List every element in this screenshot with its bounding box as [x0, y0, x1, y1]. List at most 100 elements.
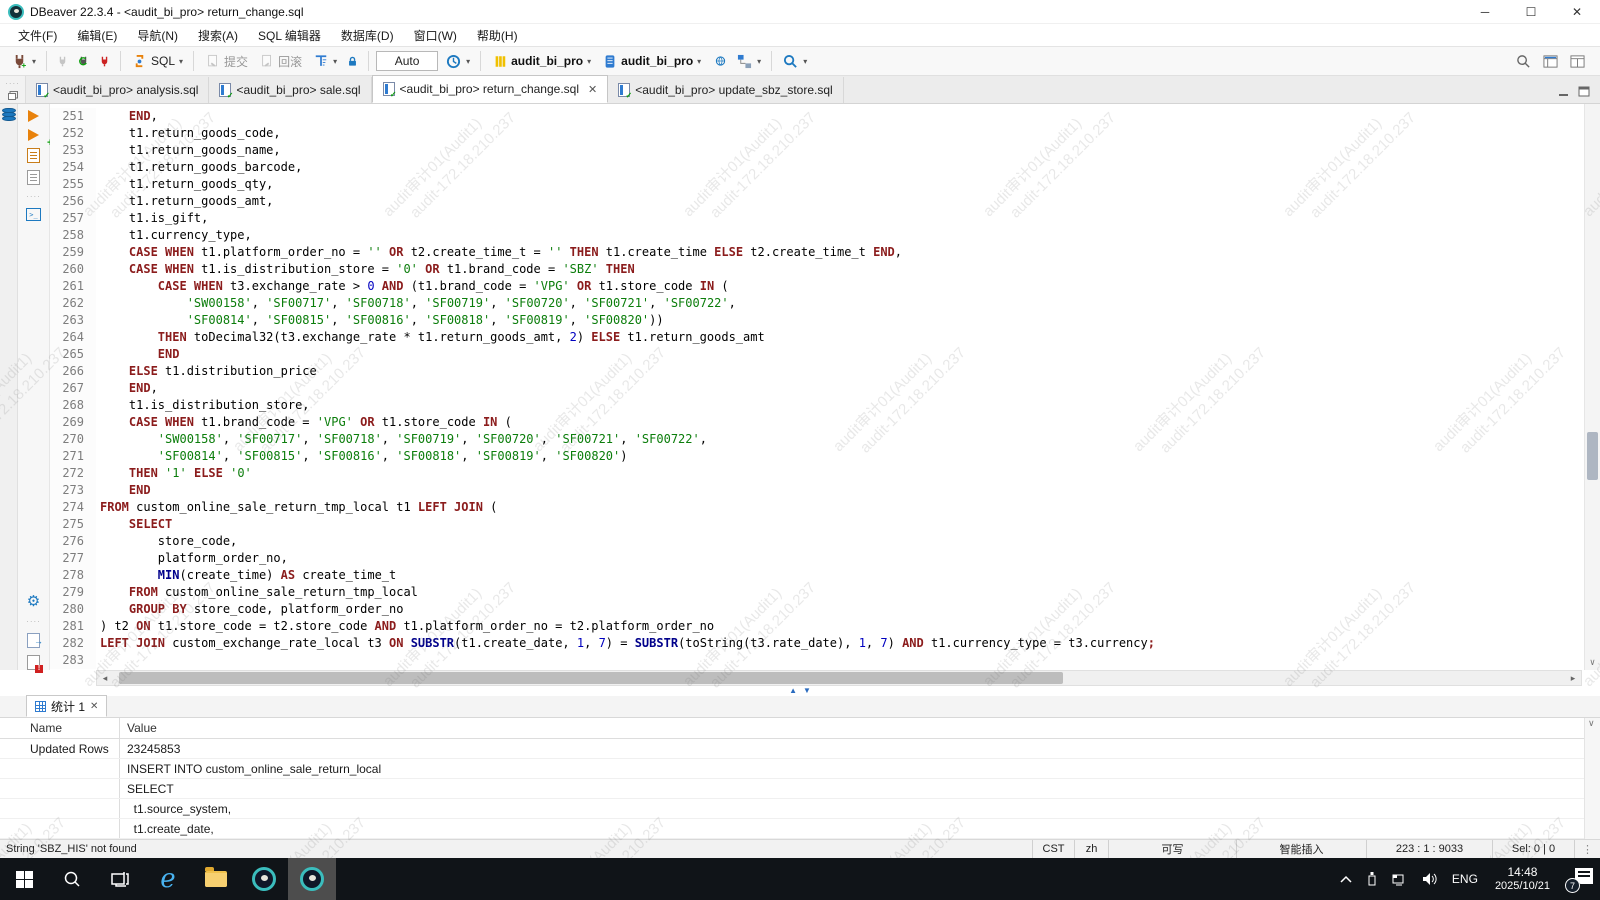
- menu-item-6[interactable]: 窗口(W): [404, 24, 467, 46]
- globe-icon[interactable]: [712, 53, 729, 70]
- open-perspective-icon[interactable]: [1542, 53, 1559, 70]
- taskbar-clock[interactable]: 14:48 2025/10/21: [1485, 865, 1560, 893]
- console-icon[interactable]: >_: [26, 208, 41, 221]
- code-line[interactable]: 258 t1.currency_type,: [50, 227, 1584, 244]
- column-header-value[interactable]: Value: [120, 718, 1584, 738]
- lock-icon[interactable]: [344, 53, 361, 70]
- status-caret-position[interactable]: 223 : 1 : 9033: [1366, 840, 1492, 858]
- export-data-icon[interactable]: [27, 633, 40, 648]
- editor-tab-3[interactable]: <audit_bi_pro> update_sbz_store.sql: [608, 77, 843, 103]
- execute-statement-icon[interactable]: [28, 110, 39, 122]
- code-line[interactable]: 263 'SF00814', 'SF00815', 'SF00816', 'SF…: [50, 312, 1584, 329]
- maximize-button[interactable]: ☐: [1508, 0, 1554, 23]
- status-timezone[interactable]: CST: [1032, 840, 1074, 858]
- task-view-button[interactable]: [96, 858, 144, 900]
- menu-item-3[interactable]: 搜索(A): [188, 24, 248, 46]
- sql-code-editor[interactable]: 251 END,252 t1.return_goods_code,253 t1.…: [50, 104, 1600, 670]
- network-tray-icon[interactable]: [1385, 858, 1415, 900]
- execute-script-icon[interactable]: [27, 148, 40, 163]
- status-insert-mode[interactable]: 智能插入: [1236, 840, 1366, 858]
- menu-item-0[interactable]: 文件(F): [8, 24, 67, 46]
- close-icon[interactable]: ✕: [90, 701, 98, 712]
- minimize-view-icon[interactable]: [1558, 86, 1570, 97]
- panel-splitter[interactable]: ▲ ▼: [0, 686, 1600, 696]
- start-button[interactable]: [0, 858, 48, 900]
- maximize-view-icon[interactable]: [1578, 86, 1590, 97]
- code-line[interactable]: 267 END,: [50, 380, 1584, 397]
- autocommit-select[interactable]: Auto: [376, 51, 438, 71]
- editor-tab-2[interactable]: <audit_bi_pro> return_change.sql✕: [372, 75, 609, 103]
- column-header-name[interactable]: Name: [0, 718, 120, 738]
- code-line[interactable]: 272 THEN '1' ELSE '0': [50, 465, 1584, 482]
- execute-new-tab-icon[interactable]: [28, 129, 39, 141]
- horizontal-scrollbar[interactable]: ◂ ▸: [96, 670, 1582, 686]
- code-line[interactable]: 264 THEN toDecimal32(t3.exchange_rate * …: [50, 329, 1584, 346]
- volume-tray-icon[interactable]: [1415, 858, 1445, 900]
- dbeaver-taskbar-button-1[interactable]: [240, 858, 288, 900]
- problems-doc-icon[interactable]: [27, 655, 40, 670]
- code-line[interactable]: 280 GROUP BY store_code, platform_order_…: [50, 601, 1584, 618]
- horizontal-scrollbar-thumb[interactable]: [119, 672, 1063, 684]
- plug-invalidate-icon[interactable]: [96, 53, 113, 70]
- code-line[interactable]: 278 MIN(create_time) AS create_time_t: [50, 567, 1584, 584]
- code-line[interactable]: 279 FROM custom_online_sale_return_tmp_l…: [50, 584, 1584, 601]
- code-line[interactable]: 271 'SF00814', 'SF00815', 'SF00816', 'SF…: [50, 448, 1584, 465]
- taskbar-search-button[interactable]: [48, 858, 96, 900]
- code-line[interactable]: 283: [50, 652, 1584, 669]
- search-metadata-button[interactable]: ▾: [779, 51, 810, 72]
- code-line[interactable]: 251 END,: [50, 108, 1584, 125]
- menu-item-1[interactable]: 编辑(E): [67, 24, 127, 46]
- plug-disconnect-icon[interactable]: [54, 53, 71, 70]
- transaction-history-button[interactable]: ▾: [442, 51, 473, 72]
- scroll-right-arrow-icon[interactable]: ▸: [1565, 673, 1581, 684]
- stats-row-1[interactable]: INSERT INTO custom_online_sale_return_lo…: [0, 759, 1584, 779]
- commit-button[interactable]: 提交: [201, 51, 251, 72]
- code-line[interactable]: 281) t2 ON t1.store_code = t2.store_code…: [50, 618, 1584, 635]
- stats-row-3[interactable]: t1.source_system,: [0, 799, 1584, 819]
- sql-editor-button[interactable]: SQL ▾: [128, 51, 186, 72]
- close-button[interactable]: ✕: [1554, 0, 1600, 23]
- code-line[interactable]: 282LEFT JOIN custom_exchange_rate_local …: [50, 635, 1584, 652]
- network-profile-button[interactable]: ▾: [733, 51, 764, 72]
- code-line[interactable]: 274FROM custom_online_sale_return_tmp_lo…: [50, 499, 1584, 516]
- gear-icon[interactable]: ⚙: [27, 592, 40, 610]
- explain-plan-icon[interactable]: [27, 170, 40, 185]
- code-line[interactable]: 262 'SW00158', 'SF00717', 'SF00718', 'SF…: [50, 295, 1584, 312]
- tab-statistics[interactable]: 统计 1 ✕: [26, 695, 107, 717]
- quick-access-search-icon[interactable]: [1515, 53, 1532, 70]
- code-line[interactable]: 269 CASE WHEN t1.brand_code = 'VPG' OR t…: [50, 414, 1584, 431]
- file-explorer-button[interactable]: [192, 858, 240, 900]
- splitter-up-icon[interactable]: ▲: [789, 687, 797, 695]
- stats-row-4[interactable]: t1.create_date,: [0, 819, 1584, 839]
- tray-expand-chevron[interactable]: [1333, 858, 1359, 900]
- code-line[interactable]: 276 store_code,: [50, 533, 1584, 550]
- menu-item-7[interactable]: 帮助(H): [467, 24, 528, 46]
- code-line[interactable]: 255 t1.return_goods_qty,: [50, 176, 1584, 193]
- usb-tray-icon[interactable]: [1359, 858, 1385, 900]
- internet-explorer-button[interactable]: e: [144, 858, 192, 900]
- menu-item-5[interactable]: 数据库(D): [331, 24, 404, 46]
- code-line[interactable]: 257 t1.is_gift,: [50, 210, 1584, 227]
- code-line[interactable]: 265 END: [50, 346, 1584, 363]
- action-center-button[interactable]: 7: [1560, 858, 1600, 900]
- splitter-down-icon[interactable]: ▼: [803, 687, 811, 695]
- plug-reconnect-icon[interactable]: [75, 53, 92, 70]
- status-writable[interactable]: 可写: [1108, 840, 1236, 858]
- tab-bar-menu[interactable]: ····: [0, 76, 26, 103]
- status-more[interactable]: ⋮: [1574, 840, 1600, 858]
- connection-selector[interactable]: audit_bi_pro ▾: [488, 51, 594, 72]
- code-line[interactable]: 266 ELSE t1.distribution_price: [50, 363, 1584, 380]
- code-line[interactable]: 273 END: [50, 482, 1584, 499]
- code-line[interactable]: 260 CASE WHEN t1.is_distribution_store =…: [50, 261, 1584, 278]
- code-line[interactable]: 277 platform_order_no,: [50, 550, 1584, 567]
- scroll-down-arrow-icon[interactable]: ∨: [1585, 658, 1600, 668]
- vertical-scrollbar[interactable]: ∨: [1584, 104, 1600, 670]
- code-line[interactable]: 252 t1.return_goods_code,: [50, 125, 1584, 142]
- minimize-button[interactable]: ─: [1462, 0, 1508, 23]
- menu-item-4[interactable]: SQL 编辑器: [248, 24, 331, 46]
- menu-item-2[interactable]: 导航(N): [127, 24, 188, 46]
- perspective-layout-icon[interactable]: [1569, 53, 1586, 70]
- code-line[interactable]: 261 CASE WHEN t3.exchange_rate > 0 AND (…: [50, 278, 1584, 295]
- code-line[interactable]: 268 t1.is_distribution_store,: [50, 397, 1584, 414]
- code-line[interactable]: 256 t1.return_goods_amt,: [50, 193, 1584, 210]
